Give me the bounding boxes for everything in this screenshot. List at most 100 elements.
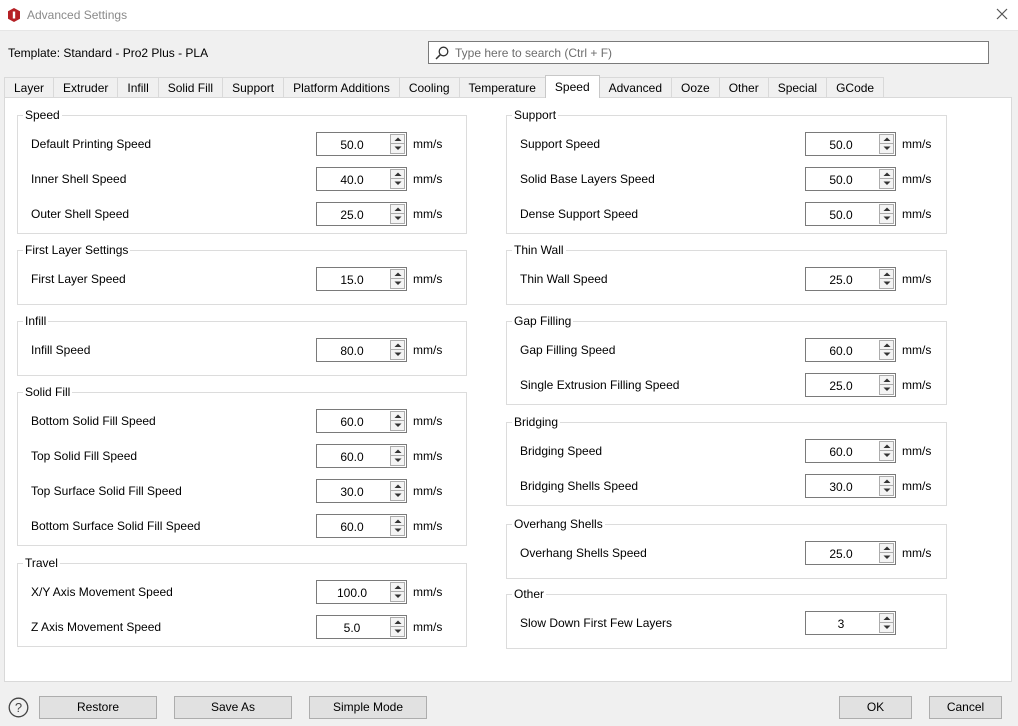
spinbox-value[interactable]: 25.0 (806, 379, 876, 393)
decrement-button[interactable] (390, 144, 405, 154)
tab-extruder[interactable]: Extruder (53, 77, 119, 98)
infill-speed-spinbox[interactable]: 80.0 (316, 338, 407, 362)
increment-button[interactable] (390, 340, 405, 350)
gap-filling-speed-spinbox[interactable]: 60.0 (805, 338, 896, 362)
decrement-button[interactable] (390, 627, 405, 637)
decrement-button[interactable] (390, 421, 405, 431)
spinbox-value[interactable]: 25.0 (317, 208, 387, 222)
spinbox-value[interactable]: 15.0 (317, 273, 387, 287)
increment-button[interactable] (390, 481, 405, 491)
top-surface-solid-fill-speed-spinbox[interactable]: 30.0 (316, 479, 407, 503)
spinbox-value[interactable]: 80.0 (317, 344, 387, 358)
decrement-button[interactable] (390, 279, 405, 289)
tab-layer[interactable]: Layer (4, 77, 55, 98)
increment-button[interactable] (390, 582, 405, 592)
save-as-button[interactable]: Save As (174, 696, 292, 719)
thin-wall-speed-spinbox[interactable]: 25.0 (805, 267, 896, 291)
spinbox-value[interactable]: 40.0 (317, 173, 387, 187)
search-box[interactable] (428, 41, 989, 64)
spinbox-value[interactable]: 100.0 (317, 586, 387, 600)
decrement-button[interactable] (879, 553, 894, 563)
decrement-button[interactable] (390, 526, 405, 536)
solid-base-layers-speed-spinbox[interactable]: 50.0 (805, 167, 896, 191)
tab-infill[interactable]: Infill (117, 77, 159, 98)
spinbox-value[interactable]: 60.0 (317, 520, 387, 534)
tab-solid-fill[interactable]: Solid Fill (157, 77, 224, 98)
decrement-button[interactable] (390, 214, 405, 224)
spinbox-value[interactable]: 25.0 (806, 273, 876, 287)
increment-button[interactable] (390, 169, 405, 179)
simple-mode-button[interactable]: Simple Mode (309, 696, 427, 719)
spinbox-value[interactable]: 60.0 (317, 450, 387, 464)
tab-special[interactable]: Special (767, 77, 828, 98)
tab-speed[interactable]: Speed (544, 75, 600, 98)
increment-button[interactable] (879, 613, 894, 623)
decrement-button[interactable] (879, 214, 894, 224)
spinbox-value[interactable]: 25.0 (806, 547, 876, 561)
increment-button[interactable] (879, 204, 894, 214)
decrement-button[interactable] (390, 456, 405, 466)
bridging-shells-speed-spinbox[interactable]: 30.0 (805, 474, 896, 498)
decrement-button[interactable] (879, 451, 894, 461)
decrement-button[interactable] (879, 623, 894, 633)
increment-button[interactable] (390, 617, 405, 627)
search-input[interactable] (455, 44, 980, 61)
increment-button[interactable] (879, 543, 894, 553)
spinbox-value[interactable]: 50.0 (806, 173, 876, 187)
z-axis-movement-speed-spinbox[interactable]: 5.0 (316, 615, 407, 639)
increment-button[interactable] (879, 375, 894, 385)
decrement-button[interactable] (390, 592, 405, 602)
outer-shell-speed-spinbox[interactable]: 25.0 (316, 202, 407, 226)
top-solid-fill-speed-spinbox[interactable]: 60.0 (316, 444, 407, 468)
x-y-axis-movement-speed-spinbox[interactable]: 100.0 (316, 580, 407, 604)
close-icon[interactable] (995, 7, 1009, 21)
increment-button[interactable] (390, 411, 405, 421)
spinbox-value[interactable]: 3 (806, 617, 876, 631)
tab-gcode[interactable]: GCode (826, 77, 885, 98)
decrement-button[interactable] (879, 385, 894, 395)
spinbox-value[interactable]: 30.0 (317, 485, 387, 499)
single-extrusion-filling-speed-spinbox[interactable]: 25.0 (805, 373, 896, 397)
decrement-button[interactable] (390, 179, 405, 189)
decrement-button[interactable] (390, 350, 405, 360)
support-speed-spinbox[interactable]: 50.0 (805, 132, 896, 156)
tab-support[interactable]: Support (222, 77, 285, 98)
increment-button[interactable] (390, 446, 405, 456)
decrement-button[interactable] (390, 491, 405, 501)
increment-button[interactable] (390, 516, 405, 526)
decrement-button[interactable] (879, 486, 894, 496)
ok-button[interactable]: OK (839, 696, 912, 719)
overhang-shells-speed-spinbox[interactable]: 25.0 (805, 541, 896, 565)
decrement-button[interactable] (879, 179, 894, 189)
bottom-solid-fill-speed-spinbox[interactable]: 60.0 (316, 409, 407, 433)
tab-ooze[interactable]: Ooze (671, 77, 720, 98)
increment-button[interactable] (879, 476, 894, 486)
inner-shell-speed-spinbox[interactable]: 40.0 (316, 167, 407, 191)
decrement-button[interactable] (879, 144, 894, 154)
spinbox-value[interactable]: 30.0 (806, 480, 876, 494)
bridging-speed-spinbox[interactable]: 60.0 (805, 439, 896, 463)
increment-button[interactable] (879, 340, 894, 350)
decrement-button[interactable] (879, 350, 894, 360)
increment-button[interactable] (390, 134, 405, 144)
spinbox-value[interactable]: 60.0 (806, 445, 876, 459)
tab-advanced[interactable]: Advanced (598, 77, 672, 98)
spinbox-value[interactable]: 60.0 (806, 344, 876, 358)
increment-button[interactable] (879, 134, 894, 144)
tab-temperature[interactable]: Temperature (458, 77, 546, 98)
first-layer-speed-spinbox[interactable]: 15.0 (316, 267, 407, 291)
bottom-surface-solid-fill-speed-spinbox[interactable]: 60.0 (316, 514, 407, 538)
help-icon[interactable]: ? (8, 697, 29, 718)
increment-button[interactable] (879, 441, 894, 451)
slow-down-first-few-layers-spinbox[interactable]: 3 (805, 611, 896, 635)
dense-support-speed-spinbox[interactable]: 50.0 (805, 202, 896, 226)
restore-button[interactable]: Restore (39, 696, 157, 719)
tab-other[interactable]: Other (718, 77, 769, 98)
tab-cooling[interactable]: Cooling (398, 77, 460, 98)
default-printing-speed-spinbox[interactable]: 50.0 (316, 132, 407, 156)
spinbox-value[interactable]: 50.0 (806, 208, 876, 222)
increment-button[interactable] (390, 204, 405, 214)
increment-button[interactable] (390, 269, 405, 279)
spinbox-value[interactable]: 50.0 (806, 138, 876, 152)
spinbox-value[interactable]: 50.0 (317, 138, 387, 152)
